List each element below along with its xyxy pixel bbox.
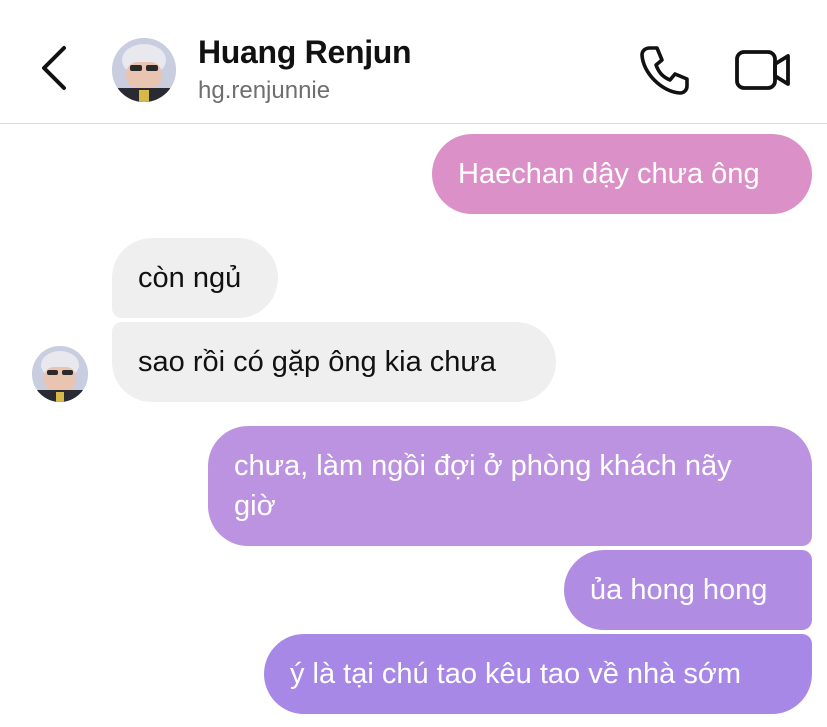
message-text: ủa hong hong: [590, 574, 768, 606]
sender-avatar[interactable]: [32, 346, 88, 402]
outgoing-message[interactable]: Haechan dậy chưa ông: [432, 134, 812, 214]
incoming-message[interactable]: sao rồi có gặp ông kia chưa: [112, 322, 556, 402]
contact-avatar[interactable]: [112, 38, 176, 102]
phone-icon[interactable]: [636, 42, 692, 98]
contact-handle: hg.renjunnie: [198, 77, 331, 104]
video-camera-icon[interactable]: [733, 44, 793, 96]
back-chevron-icon[interactable]: [30, 40, 80, 96]
message-text: chưa, làm ngồi đợi ở phòng khách nãy giờ: [234, 450, 732, 522]
message-text: Haechan dậy chưa ông: [458, 158, 760, 190]
chat-header: Huang Renjun hg.renjunnie: [0, 0, 827, 124]
contact-name[interactable]: Huang Renjun: [198, 34, 412, 71]
incoming-message[interactable]: còn ngủ: [112, 238, 278, 318]
message-text: sao rồi có gặp ông kia chưa: [138, 346, 496, 378]
message-text: còn ngủ: [138, 262, 242, 294]
outgoing-message[interactable]: ý là tại chú tao kêu tao về nhà sớm: [264, 634, 812, 714]
outgoing-message[interactable]: ủa hong hong: [564, 550, 812, 630]
outgoing-message[interactable]: chưa, làm ngồi đợi ở phòng khách nãy giờ: [208, 426, 812, 546]
message-text: ý là tại chú tao kêu tao về nhà sớm: [290, 658, 742, 690]
